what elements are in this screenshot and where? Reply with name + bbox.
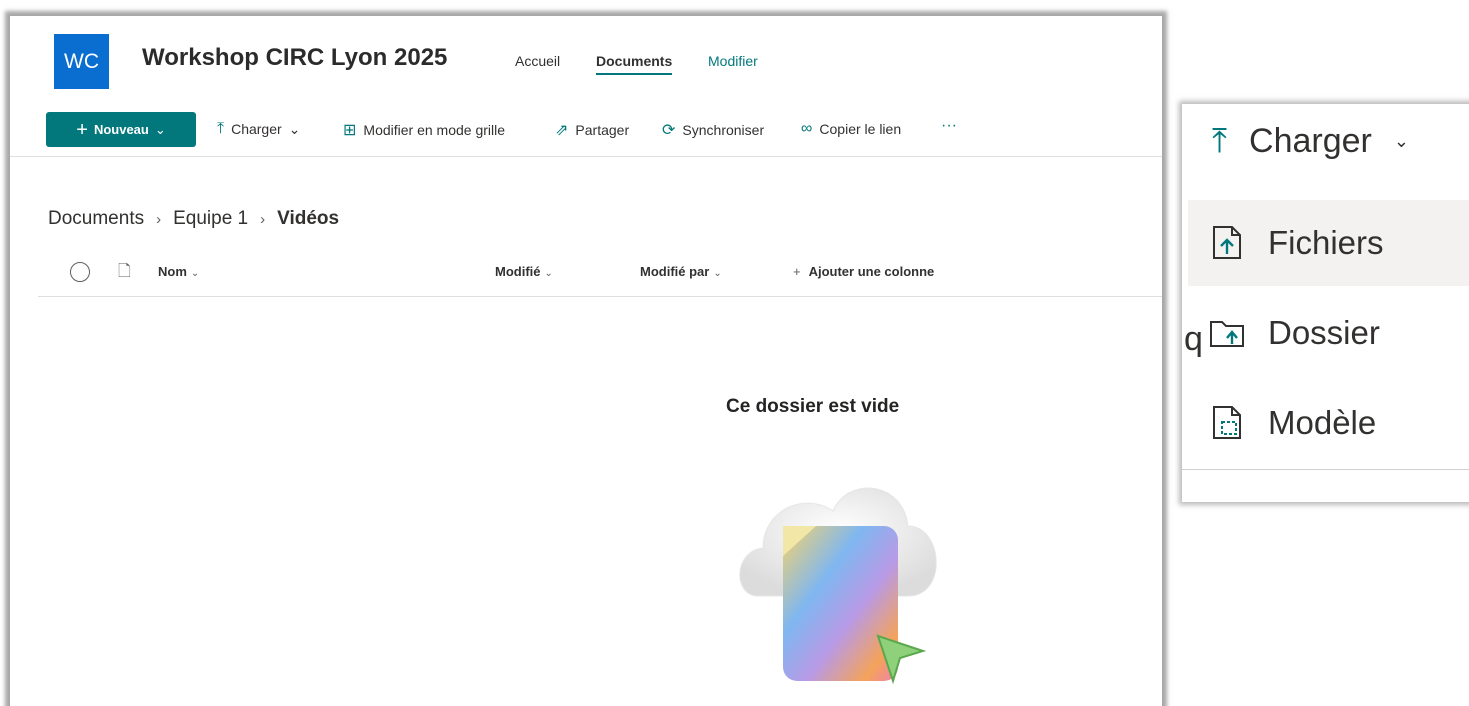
nav-documents[interactable]: Documents: [596, 53, 673, 75]
sync-button[interactable]: ⟳ Synchroniser: [662, 120, 764, 140]
upload-menu-header[interactable]: ⤒ Charger ⌄: [1212, 122, 1409, 161]
chevron-right-icon: ›: [260, 210, 266, 228]
breadcrumb: Documents › Equipe 1 › Vidéos: [48, 208, 339, 230]
file-upload-icon: [1213, 226, 1241, 259]
upload-button-label: Charger: [231, 121, 282, 137]
grid-edit-label: Modifier en mode grille: [363, 122, 506, 138]
column-header-row: 🗋 Nom ⌄ Modifié ⌄ Modifié par ⌄ + Ajouter un…: [38, 256, 1162, 297]
empty-folder-title: Ce dossier est vide: [726, 396, 900, 417]
breadcrumb-mid[interactable]: Equipe 1: [173, 208, 248, 230]
upload-dropdown-menu: ⤒ Charger ⌄ q Fichiers Dossier Modèle: [1182, 104, 1469, 502]
chevron-down-icon: ⌄: [1393, 131, 1409, 151]
grid-icon: ⊞: [343, 122, 357, 139]
chevron-down-icon: ⌄: [190, 268, 200, 279]
upload-folder-item[interactable]: Dossier: [1188, 290, 1469, 376]
grid-edit-button[interactable]: ⊞ Modifier en mode grille: [343, 120, 505, 140]
share-label: Partager: [575, 122, 630, 138]
new-button-label: Nouveau: [93, 122, 149, 137]
template-icon: [1213, 406, 1241, 439]
folder-upload-icon: [1210, 321, 1244, 347]
share-button[interactable]: ⇗ Partager: [555, 120, 629, 140]
sync-label: Synchroniser: [682, 122, 765, 138]
chevron-down-icon: ⌄: [154, 121, 166, 137]
breadcrumb-root[interactable]: Documents: [48, 208, 144, 230]
plus-icon: +: [76, 118, 88, 141]
upload-folder-label: Dossier: [1268, 314, 1380, 351]
breadcrumb-current: Vidéos: [277, 208, 340, 229]
file-type-icon: 🗋: [118, 263, 131, 280]
copy-link-label: Copier le lien: [819, 121, 902, 137]
sync-icon: ⟳: [662, 122, 676, 139]
upload-template-label: Modèle: [1268, 404, 1377, 441]
nav-accueil[interactable]: Accueil: [515, 53, 560, 69]
upload-template-item[interactable]: Modèle: [1188, 380, 1469, 466]
column-modified[interactable]: Modifié ⌄: [495, 264, 553, 279]
chevron-right-icon: ›: [156, 210, 162, 228]
column-modified-by[interactable]: Modifié par ⌄: [640, 264, 722, 279]
share-icon: ⇗: [555, 122, 569, 139]
plus-icon: +: [793, 264, 801, 279]
upload-button[interactable]: ⤒ Charger ⌄: [217, 120, 300, 138]
upload-icon: ⤒: [1212, 122, 1228, 160]
upload-menu-header-label: Charger: [1249, 122, 1372, 160]
chevron-down-icon: ⌄: [713, 268, 722, 279]
new-button[interactable]: + Nouveau ⌄: [46, 112, 196, 147]
chevron-down-icon: ⌄: [544, 268, 553, 279]
column-name[interactable]: Nom ⌄: [158, 264, 199, 279]
site-logo[interactable]: WC: [54, 34, 109, 89]
copy-link-button[interactable]: ∞ Copier le lien: [801, 120, 901, 138]
upload-icon: ⤒: [217, 120, 225, 137]
sharepoint-library-panel: WC Workshop CIRC Lyon 2025 Accueil Docum…: [10, 16, 1162, 706]
select-all-radio[interactable]: [70, 262, 90, 282]
command-bar: + Nouveau ⌄ ⤒ Charger ⌄ ⊞ Modifier en mo…: [10, 112, 1162, 157]
more-options-button[interactable]: ···: [941, 117, 957, 135]
nav-modifier[interactable]: Modifier: [708, 53, 758, 69]
add-column-button[interactable]: + Ajouter une colonne: [793, 264, 934, 279]
link-icon: ∞: [801, 120, 813, 137]
empty-folder-illustration: [739, 487, 937, 685]
upload-files-item[interactable]: Fichiers: [1188, 200, 1469, 286]
chevron-down-icon: ⌄: [288, 120, 301, 137]
upload-files-label: Fichiers: [1268, 224, 1384, 261]
menu-divider: [1182, 469, 1469, 470]
site-title[interactable]: Workshop CIRC Lyon 2025: [142, 44, 447, 72]
